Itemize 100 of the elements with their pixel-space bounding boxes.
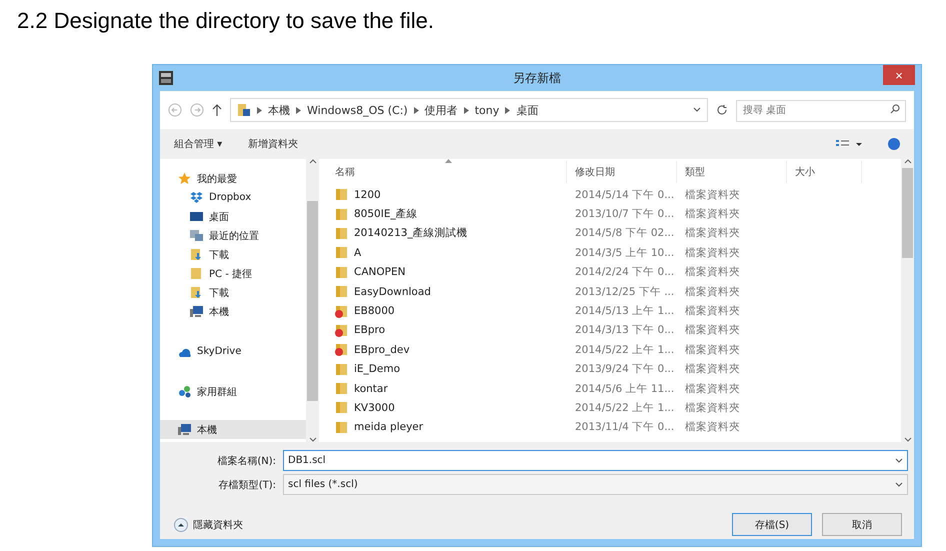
nav-item[interactable]: 下載 <box>160 283 306 302</box>
file-name[interactable]: EB8000 <box>327 304 567 318</box>
modified-date: 2014/5/22 上午 1... <box>574 342 676 357</box>
breadcrumb[interactable]: tony <box>474 104 500 116</box>
chevron-icon <box>464 106 469 114</box>
download-folder-icon <box>190 248 203 261</box>
folder-icon <box>237 103 251 117</box>
column-header[interactable]: 類型 <box>677 161 787 183</box>
file-type: 檔案資料夾 <box>684 207 741 222</box>
help-icon[interactable] <box>888 138 900 150</box>
file-type: 檔案資料夾 <box>684 362 741 376</box>
scroll-up-icon[interactable] <box>904 159 912 164</box>
breadcrumb[interactable]: 使用者 <box>424 102 458 118</box>
download-folder-icon <box>190 286 203 299</box>
file-name[interactable]: 8050IE_產線 <box>327 207 567 222</box>
file-type: 檔案資料夾 <box>684 304 741 318</box>
field-label: 存檔類型(T): <box>218 478 277 492</box>
nav-item[interactable]: 我的最愛 <box>160 169 306 188</box>
breadcrumb[interactable]: Windows8_OS (C:) <box>307 104 408 116</box>
refresh-icon[interactable] <box>716 104 728 116</box>
app-icon <box>159 71 173 85</box>
file-type: 檔案資料夾 <box>684 246 741 260</box>
computer-icon <box>190 305 203 318</box>
computer-icon <box>178 423 191 436</box>
nav-item[interactable]: 桌面 <box>160 207 306 226</box>
file-name[interactable]: meida pleyer <box>327 420 567 434</box>
file-name[interactable]: CANOPEN <box>327 266 567 279</box>
file-type: 檔案資料夾 <box>684 382 741 396</box>
dropbox-icon <box>190 191 203 204</box>
folder-icon <box>335 382 348 396</box>
nav-item[interactable]: 本機 <box>160 302 306 321</box>
save-button[interactable]: 存檔(S) <box>732 513 812 536</box>
scrollbar[interactable] <box>306 159 319 442</box>
modified-date: 2013/12/25 下午 ... <box>574 284 676 299</box>
nav-item[interactable]: 家用群組 <box>160 382 306 401</box>
modified-date: 2014/2/24 下午 0... <box>574 265 676 280</box>
collapse-icon <box>174 518 188 532</box>
view-options-icon[interactable] <box>836 139 862 149</box>
desktop-icon <box>190 210 203 223</box>
close-button[interactable]: × <box>883 65 915 85</box>
alert-folder-icon <box>335 343 348 356</box>
modified-date: 2014/5/13 上午 1... <box>574 304 676 318</box>
file-name[interactable]: EBpro_dev <box>327 343 567 356</box>
file-name[interactable]: 20140213_產線測試機 <box>327 226 567 240</box>
file-name[interactable]: EasyDownload <box>327 285 567 298</box>
file-name[interactable]: EBpro <box>327 324 567 337</box>
chevron-icon <box>414 106 419 114</box>
column-header[interactable]: 修改日期 <box>567 161 677 183</box>
chevron-icon <box>257 106 262 114</box>
scrollbar[interactable] <box>901 159 914 442</box>
scroll-down-icon[interactable] <box>904 437 912 442</box>
address-bar[interactable]: 本機 Windows8_OS (C:) 使用者 tony 桌面 <box>230 98 708 122</box>
modified-date: 2013/9/24 下午 0... <box>574 362 676 376</box>
file-name[interactable]: iE_Demo <box>327 362 567 376</box>
folder-icon <box>335 285 348 298</box>
dropdown-icon[interactable] <box>895 482 903 488</box>
nav-item[interactable]: 下載 <box>160 245 306 264</box>
new-folder-button[interactable]: 新增資料夾 <box>248 137 298 151</box>
scroll-up-icon[interactable] <box>308 159 316 164</box>
file-type: 檔案資料夾 <box>684 420 741 434</box>
chevron-icon <box>296 106 301 114</box>
nav-item[interactable]: Dropbox <box>160 188 306 207</box>
dropdown-icon[interactable] <box>895 458 903 464</box>
breadcrumb[interactable]: 桌面 <box>516 102 538 118</box>
alert-folder-icon <box>335 304 348 318</box>
file-name[interactable]: kontar <box>327 382 567 396</box>
file-name[interactable]: 1200 <box>327 188 567 202</box>
file-type: 檔案資料夾 <box>684 342 741 357</box>
folder-icon <box>335 246 348 260</box>
modified-date: 2014/5/22 上午 1... <box>574 400 676 415</box>
nav-item[interactable]: SkyDrive <box>160 342 306 361</box>
nav-item[interactable]: PC - 捷徑 <box>160 264 306 283</box>
column-header[interactable]: 大小 <box>787 161 862 183</box>
nav-item[interactable]: 本機 <box>160 420 306 439</box>
sort-arrow-icon <box>445 159 452 163</box>
file-type: 檔案資料夾 <box>684 284 741 299</box>
nav-item[interactable]: 最近的位置 <box>160 226 306 245</box>
folder-icon <box>190 267 203 280</box>
file-type: 檔案資料夾 <box>684 323 741 338</box>
folder-icon <box>335 420 348 434</box>
folder-icon <box>335 401 348 414</box>
modified-date: 2014/5/8 下午 02... <box>574 226 676 240</box>
scroll-down-icon[interactable] <box>308 437 316 442</box>
filename-field[interactable]: DB1.scl <box>283 450 908 471</box>
search-field[interactable]: 搜尋 桌面 <box>736 100 906 122</box>
up-arrow-icon[interactable] <box>212 104 222 116</box>
organize-button[interactable]: 組合管理 ▾ <box>174 137 222 151</box>
dropdown-icon[interactable] <box>693 107 701 113</box>
hide-folders-button[interactable]: 隱藏資料夾 <box>168 516 249 532</box>
search-icon <box>890 104 900 114</box>
homegroup-icon <box>178 385 191 398</box>
filetype-dropdown[interactable]: scl files (*.scl) <box>283 474 908 495</box>
breadcrumb[interactable]: 本機 <box>268 102 290 118</box>
folder-icon <box>335 208 348 221</box>
modified-date: 2014/5/14 下午 0... <box>574 188 676 202</box>
modified-date: 2014/5/6 上午 11... <box>574 382 676 396</box>
file-name[interactable]: KV3000 <box>327 401 567 414</box>
cancel-button[interactable]: 取消 <box>822 513 902 536</box>
file-name[interactable]: A <box>327 246 567 260</box>
folder-icon <box>335 226 348 240</box>
